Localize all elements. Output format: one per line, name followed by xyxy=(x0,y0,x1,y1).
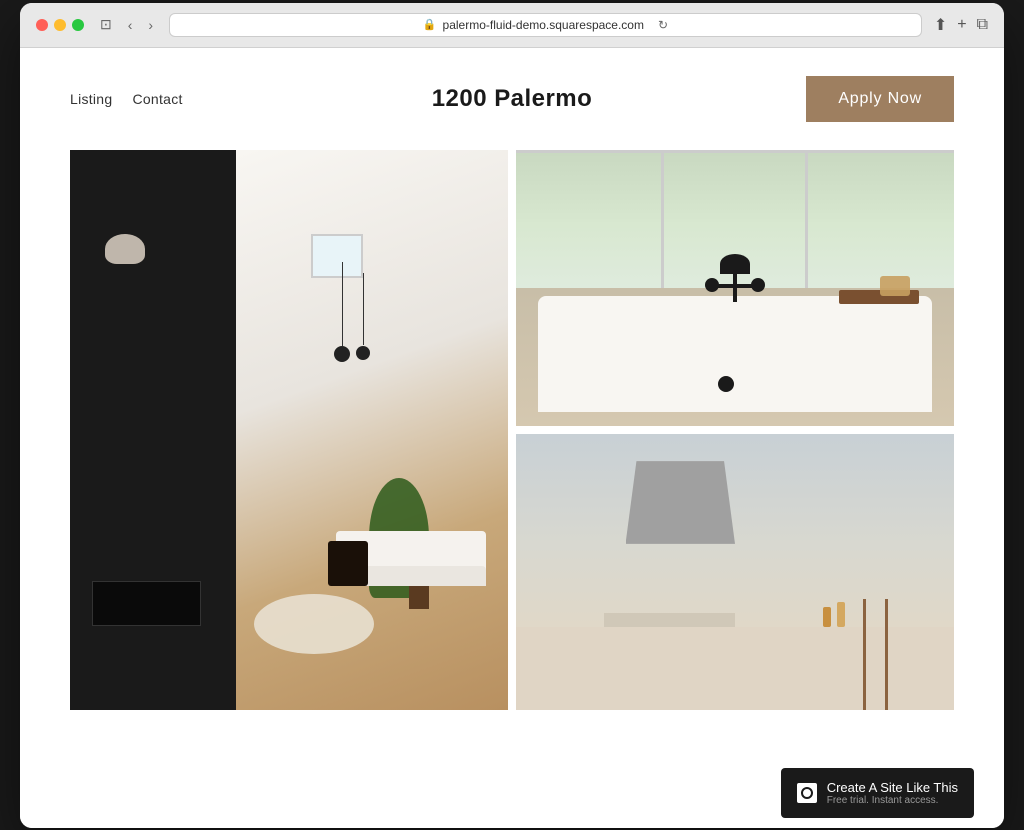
back-button[interactable]: ‹ xyxy=(124,15,137,35)
pendant-shade-2 xyxy=(356,346,370,360)
reload-button[interactable]: ↻ xyxy=(658,18,668,32)
minimize-button[interactable] xyxy=(54,19,66,31)
living-room-visual xyxy=(70,150,508,710)
fireplace xyxy=(92,581,202,626)
browser-chrome: ⊡ ‹ › 🔒 palermo-fluid-demo.squarespace.c… xyxy=(20,3,1004,48)
tile-icon[interactable]: ⧉ xyxy=(977,16,988,34)
skylight xyxy=(311,234,364,279)
bottle-2 xyxy=(823,607,831,627)
apply-now-button[interactable]: Apply Now xyxy=(806,76,954,122)
bathroom-visual xyxy=(516,150,954,426)
living-room-image xyxy=(70,150,508,718)
faucet-handle-left xyxy=(705,278,719,292)
squarespace-logo-icon xyxy=(797,783,817,803)
pendant-shade-1 xyxy=(334,346,350,362)
faucet-handle-right xyxy=(751,278,765,292)
nav-contact[interactable]: Contact xyxy=(132,91,182,107)
window-divider-2 xyxy=(805,150,808,302)
address-bar[interactable]: 🔒 palermo-fluid-demo.squarespace.com ↻ xyxy=(169,13,922,37)
wall-decoration xyxy=(105,234,145,264)
squarespace-badge[interactable]: Create A Site Like This Free trial. Inst… xyxy=(781,768,974,818)
maximize-button[interactable] xyxy=(72,19,84,31)
badge-main-text: Create A Site Like This xyxy=(827,780,958,795)
kitchen-image xyxy=(516,434,954,710)
window-divider-1 xyxy=(661,150,664,302)
range-hood xyxy=(626,461,736,544)
squarespace-logo-mark xyxy=(801,787,813,799)
faucet-fixture xyxy=(695,254,775,334)
shower-head xyxy=(720,254,750,274)
fur-rug xyxy=(254,594,374,654)
new-tab-icon[interactable]: + xyxy=(957,16,966,34)
lock-icon: 🔒 xyxy=(423,18,437,31)
gallery-right-column xyxy=(516,150,954,710)
pendant-light-1 xyxy=(342,262,343,346)
site-nav: Listing Contact xyxy=(70,91,183,107)
badge-sub-text: Free trial. Instant access. xyxy=(827,795,958,806)
traffic-lights xyxy=(36,19,84,31)
url-text: palermo-fluid-demo.squarespace.com xyxy=(443,18,644,32)
website-content: Listing Contact 1200 Palermo Apply Now xyxy=(20,48,1004,828)
site-title: 1200 Palermo xyxy=(432,85,593,113)
bathroom-image xyxy=(516,150,954,426)
browser-controls: ⊡ ‹ › xyxy=(96,14,157,35)
window-icon[interactable]: ⊡ xyxy=(96,14,116,35)
tub-drain xyxy=(718,376,734,392)
stool-leg-2 xyxy=(863,599,866,709)
black-wall xyxy=(70,150,236,710)
badge-text-container: Create A Site Like This Free trial. Inst… xyxy=(827,780,958,806)
kitchen-visual xyxy=(516,434,954,710)
pendant-light-2 xyxy=(363,273,364,346)
stump-table xyxy=(328,541,368,586)
bottle-1 xyxy=(837,602,845,627)
site-header: Listing Contact 1200 Palermo Apply Now xyxy=(20,48,1004,150)
nav-listing[interactable]: Listing xyxy=(70,91,112,107)
close-button[interactable] xyxy=(36,19,48,31)
browser-actions: ⬆ + ⧉ xyxy=(934,15,988,35)
forward-button[interactable]: › xyxy=(144,15,157,35)
window-top-frame xyxy=(516,150,954,153)
browser-window: ⊡ ‹ › 🔒 palermo-fluid-demo.squarespace.c… xyxy=(20,3,1004,828)
stool-leg-1 xyxy=(885,599,888,709)
bath-sponge xyxy=(880,276,910,296)
image-gallery xyxy=(20,150,1004,758)
share-icon[interactable]: ⬆ xyxy=(934,15,947,35)
